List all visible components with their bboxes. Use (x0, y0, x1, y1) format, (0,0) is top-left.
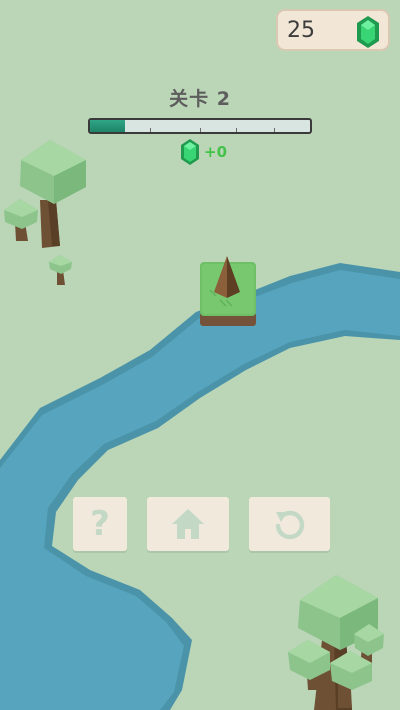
progress-tick (274, 128, 275, 132)
progress-tick (236, 128, 237, 132)
level-progress-bar (88, 118, 312, 134)
progress-tick (200, 128, 201, 132)
level-progress-fill (90, 120, 126, 132)
home-icon (172, 509, 204, 539)
gem-counter: 25 (276, 9, 390, 51)
restart-button[interactable] (249, 497, 330, 551)
gem-count: 25 (287, 17, 315, 43)
emerald-gem-icon (357, 16, 379, 48)
progress-tick (150, 128, 151, 132)
restart-icon (275, 510, 304, 540)
level-title: 关卡 2 (169, 88, 231, 110)
home-button[interactable] (147, 497, 229, 551)
question-mark-icon: ? (90, 504, 110, 544)
gem-reward-label: +0 (204, 143, 228, 161)
help-button[interactable]: ? (73, 497, 127, 551)
emerald-gem-icon (181, 139, 199, 165)
